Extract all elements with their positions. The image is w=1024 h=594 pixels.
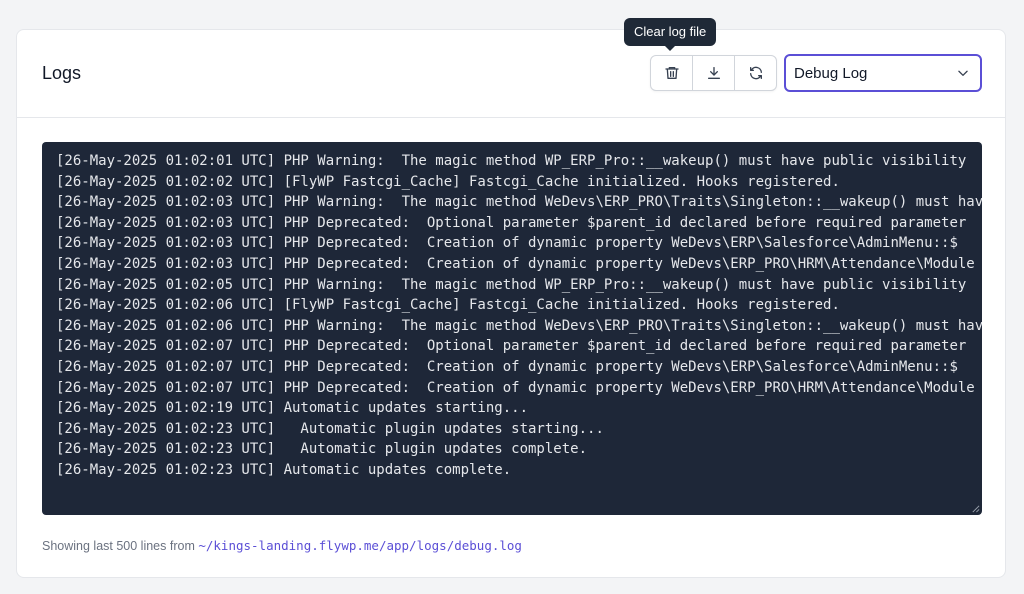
download-log-button[interactable] — [693, 56, 735, 90]
refresh-log-button[interactable] — [735, 56, 776, 90]
log-line: [26-May-2025 01:02:19 UTC] Automatic upd… — [56, 400, 529, 417]
log-line: [26-May-2025 01:02:01 UTC] PHP Warning: … — [56, 153, 967, 169]
clear-log-button[interactable] — [651, 56, 693, 90]
page-title: Logs — [42, 63, 82, 83]
resize-handle-icon[interactable] — [971, 504, 980, 513]
log-actions — [650, 55, 777, 91]
log-type-value: Debug Log — [794, 64, 868, 82]
log-line: [26-May-2025 01:02:03 UTC] PHP Deprecate… — [56, 255, 975, 272]
log-line: [26-May-2025 01:02:23 UTC] Automatic upd… — [56, 461, 512, 478]
log-output[interactable]: [26-May-2025 01:02:01 UTC] PHP Warning: … — [42, 142, 982, 515]
log-line: [26-May-2025 01:02:07 UTC] PHP Deprecate… — [56, 379, 975, 396]
log-source-note: Showing last 500 lines from ~/kings-land… — [42, 538, 522, 553]
log-lines: [26-May-2025 01:02:01 UTC] PHP Warning: … — [56, 151, 982, 481]
log-line: [26-May-2025 01:02:03 UTC] PHP Deprecate… — [56, 214, 967, 231]
log-line: [26-May-2025 01:02:05 UTC] PHP Warning: … — [56, 276, 967, 293]
log-line: [26-May-2025 01:02:07 UTC] PHP Deprecate… — [56, 338, 967, 355]
chevron-down-icon — [958, 70, 968, 76]
log-line: [26-May-2025 01:02:06 UTC] PHP Warning: … — [56, 317, 982, 334]
log-line: [26-May-2025 01:02:02 UTC] [FlyWP Fastcg… — [56, 173, 840, 190]
log-line: [26-May-2025 01:02:23 UTC] Automatic plu… — [56, 420, 604, 437]
trash-icon — [664, 67, 679, 79]
download-icon — [707, 67, 720, 79]
log-line: [26-May-2025 01:02:07 UTC] PHP Deprecate… — [56, 358, 958, 375]
refresh-icon — [749, 66, 762, 80]
log-type-select[interactable]: Debug Log — [784, 54, 982, 92]
log-line: [26-May-2025 01:02:03 UTC] PHP Warning: … — [56, 194, 982, 211]
card-header: Logs Clear log file Debug Log — [17, 18, 1005, 118]
log-line: [26-May-2025 01:02:06 UTC] [FlyWP Fastcg… — [56, 297, 840, 314]
log-source-prefix: Showing last 500 lines from — [42, 539, 195, 553]
clear-log-tooltip: Clear log file — [624, 18, 717, 51]
logs-card: Logs Clear log file Debug Log [26-May-20… — [16, 18, 1006, 578]
log-line: [26-May-2025 01:02:23 UTC] Automatic plu… — [56, 441, 588, 458]
log-file-path: ~/kings-landing.flywp.me/app/logs/debug.… — [198, 538, 522, 553]
log-line: [26-May-2025 01:02:03 UTC] PHP Deprecate… — [56, 235, 958, 252]
